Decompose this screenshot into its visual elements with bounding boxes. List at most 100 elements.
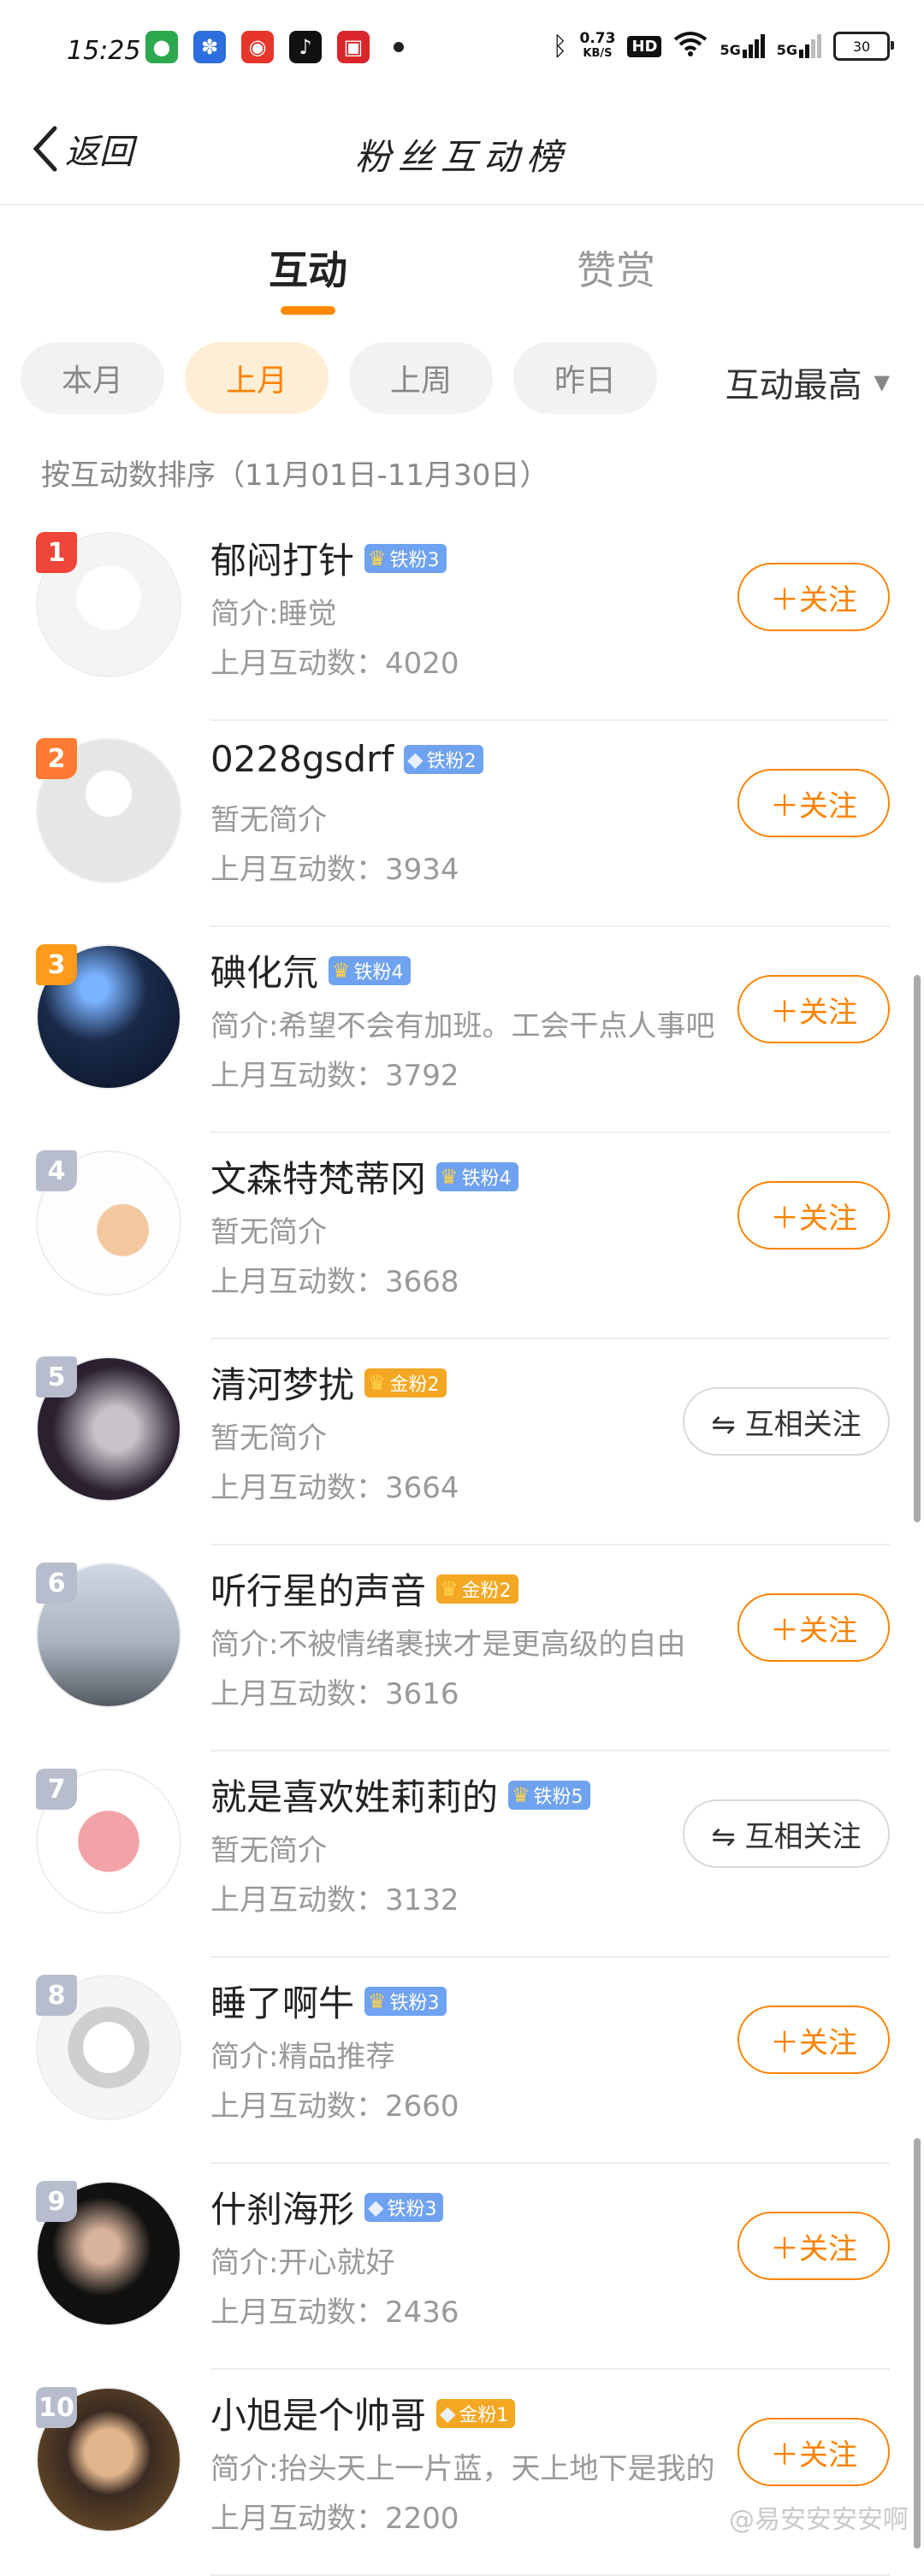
fan-level-label: 金粉2 [461,1580,512,1602]
user-name[interactable]: 小旭是个帅哥 [210,2387,426,2439]
interaction-count-value: 3132 [385,1883,459,1917]
follow-button[interactable]: ＋关注 [737,769,890,837]
interaction-count-value: 3668 [385,1265,459,1299]
follow-button[interactable]: ＋关注 [737,1593,890,1662]
user-name[interactable]: 听行星的声音 [210,1563,426,1615]
mutual-follow-button[interactable]: ⇋ 互相关注 [683,1799,890,1868]
user-name[interactable]: 清河梦扰 [210,1356,354,1409]
scrollbar-lower[interactable] [914,2138,921,2549]
diamond-icon: ◆ [368,2195,384,2219]
interaction-count: 上月互动数：3668 [210,1258,459,1300]
user-bio: 简介:不被情绪裹挟才是更高级的自由 [210,1628,686,1662]
signal-icon-2: 5G [777,34,821,58]
crown-icon: ♛ [368,1988,387,2013]
fan-level-label: 铁粉4 [461,1167,512,1190]
hd-icon: HD [627,35,662,57]
follow-button[interactable]: ＋关注 [737,975,890,1043]
interaction-count-value: 4020 [385,647,459,681]
rank-badge: 6 [36,1563,77,1604]
user-bio: 简介:精品推荐 [210,2040,395,2074]
list-item[interactable]: 10 小旭是个帅哥 ◆ 金粉1 简介:抬头天上一片蓝，天上地下是我的 上月互动数… [0,2370,924,2576]
user-name[interactable]: 睡了啊牛 [210,1975,354,2027]
list-item[interactable]: 9 什刹海形 ◆ 铁粉3 简介:开心就好 上月互动数：2436 ＋关注 [0,2164,924,2370]
rank-badge: 9 [36,2181,77,2222]
interaction-count-label: 上月互动数： [210,853,385,887]
user-name-line: 碘化氘 ♛ 铁粉4 [210,944,411,996]
rank-badge: 8 [36,1975,77,2016]
follow-button[interactable]: ＋关注 [737,2418,890,2486]
interaction-count: 上月互动数：2436 [210,2289,459,2331]
fan-level-badge: ◆ 铁粉2 [404,744,483,774]
user-name-line: 什刹海形 ◆ 铁粉3 [210,2181,444,2233]
sort-dropdown[interactable]: 互动最高 ▼ [726,357,890,407]
follow-button[interactable]: ＋关注 [737,2212,890,2280]
list-item[interactable]: 1 郁闷打针 ♛ 铁粉3 简介:睡觉 上月互动数：4020 ＋关注 [0,515,924,721]
user-bio: 暂无简介 [210,1215,327,1250]
user-name[interactable]: 什刹海形 [210,2181,354,2233]
interaction-count-label: 上月互动数： [210,1059,385,1093]
user-name-line: 小旭是个帅哥 ◆ 金粉1 [210,2387,516,2439]
battery-icon: 30 [833,32,894,61]
interaction-count-label: 上月互动数： [210,1471,385,1505]
list-item[interactable]: 5 清河梦扰 ♛ 金粉2 暂无简介 上月互动数：3664 ⇋ 互相关注 [0,1339,924,1545]
page-title: 粉丝互动榜 [354,136,569,178]
tab-interaction[interactable]: 互动 [269,239,347,296]
interaction-count-label: 上月互动数： [210,1265,385,1299]
list-item[interactable]: 4 文森特梵蒂冈 ♛ 铁粉4 暂无简介 上月互动数：3668 ＋关注 [0,1133,924,1339]
nav-bar: 返回 粉丝互动榜 [0,103,924,205]
rank-badge: 4 [36,1150,77,1191]
user-name-line: 听行星的声音 ♛ 金粉2 [210,1563,518,1615]
list-item[interactable]: 3 碘化氘 ♛ 铁粉4 简介:希望不会有加班。工会干点人事吧 上月互动数：379… [0,927,924,1133]
list-item[interactable]: 8 睡了啊牛 ♛ 铁粉3 简介:精品推荐 上月互动数：2660 ＋关注 [0,1958,924,2164]
tiktok-icon: ♪ [289,31,322,63]
scrollbar[interactable] [914,975,921,1522]
list-item[interactable]: 6 听行星的声音 ♛ 金粉2 简介:不被情绪裹挟才是更高级的自由 上月互动数：3… [0,1545,924,1752]
fan-list: 1 郁闷打针 ♛ 铁粉3 简介:睡觉 上月互动数：4020 ＋关注 2 0228… [0,515,924,2576]
rank-badge: 7 [36,1769,77,1810]
baidu-icon: ✽ [193,31,226,63]
rank-badge: 5 [36,1356,77,1397]
fan-level-badge: ♛ 铁粉4 [329,955,411,985]
app-notification-icon: ▣ [337,31,370,63]
filter-yesterday[interactable]: 昨日 [513,342,657,414]
list-item[interactable]: 2 0228gsdrf ◆ 铁粉2 暂无简介 上月互动数：3934 ＋关注 [0,721,924,927]
follow-button[interactable]: ＋关注 [737,1181,890,1250]
filter-this-month[interactable]: 本月 [21,342,164,414]
user-name-line: 郁闷打针 ♛ 铁粉3 [210,532,447,584]
more-notifications-icon [394,42,404,52]
user-name-line: 清河梦扰 ♛ 金粉2 [210,1356,447,1409]
user-bio: 暂无简介 [210,1421,327,1456]
tab-bar: 互动 赞赏 [0,205,924,316]
fan-level-label: 铁粉3 [389,549,440,571]
user-name[interactable]: 0228gsdrf [210,738,394,780]
user-name[interactable]: 郁闷打针 [210,532,354,584]
filter-last-month[interactable]: 上月 [185,342,329,414]
filter-last-week[interactable]: 上周 [349,342,493,414]
crown-icon: ♛ [368,546,387,570]
user-bio: 简介:希望不会有加班。工会干点人事吧 [210,1009,715,1043]
follow-button[interactable]: ＋关注 [737,563,890,631]
interaction-count: 上月互动数：3934 [210,846,459,888]
interaction-count: 上月互动数：4020 [210,640,459,682]
interaction-count-label: 上月互动数： [210,2502,385,2536]
fan-level-badge: ♛ 铁粉3 [364,1986,447,2016]
interaction-count-label: 上月互动数： [210,2295,385,2330]
interaction-count-value: 3934 [385,853,459,887]
follow-button[interactable]: ＋关注 [737,2006,890,2074]
interaction-count: 上月互动数：3792 [210,1052,459,1094]
user-name[interactable]: 就是喜欢姓莉莉的 [210,1769,498,1821]
tab-reward[interactable]: 赞赏 [577,239,655,296]
fan-level-label: 铁粉3 [387,2198,437,2220]
signal-icon: 5G [720,34,765,58]
user-name[interactable]: 碘化氘 [210,944,318,996]
mutual-follow-button[interactable]: ⇋ 互相关注 [683,1387,890,1456]
user-bio: 简介:开心就好 [210,2246,395,2280]
fan-level-label: 金粉1 [459,2404,509,2426]
list-item[interactable]: 7 就是喜欢姓莉莉的 ♛ 铁粉5 暂无简介 上月互动数：3132 ⇋ 互相关注 [0,1752,924,1958]
user-name[interactable]: 文森特梵蒂冈 [210,1150,426,1202]
active-tab-indicator [281,306,335,315]
crown-icon: ♛ [440,1164,459,1189]
interaction-count: 上月互动数：3132 [210,1876,459,1918]
fan-level-badge: ♛ 铁粉3 [364,543,447,573]
interaction-count-value: 2200 [385,2502,459,2536]
